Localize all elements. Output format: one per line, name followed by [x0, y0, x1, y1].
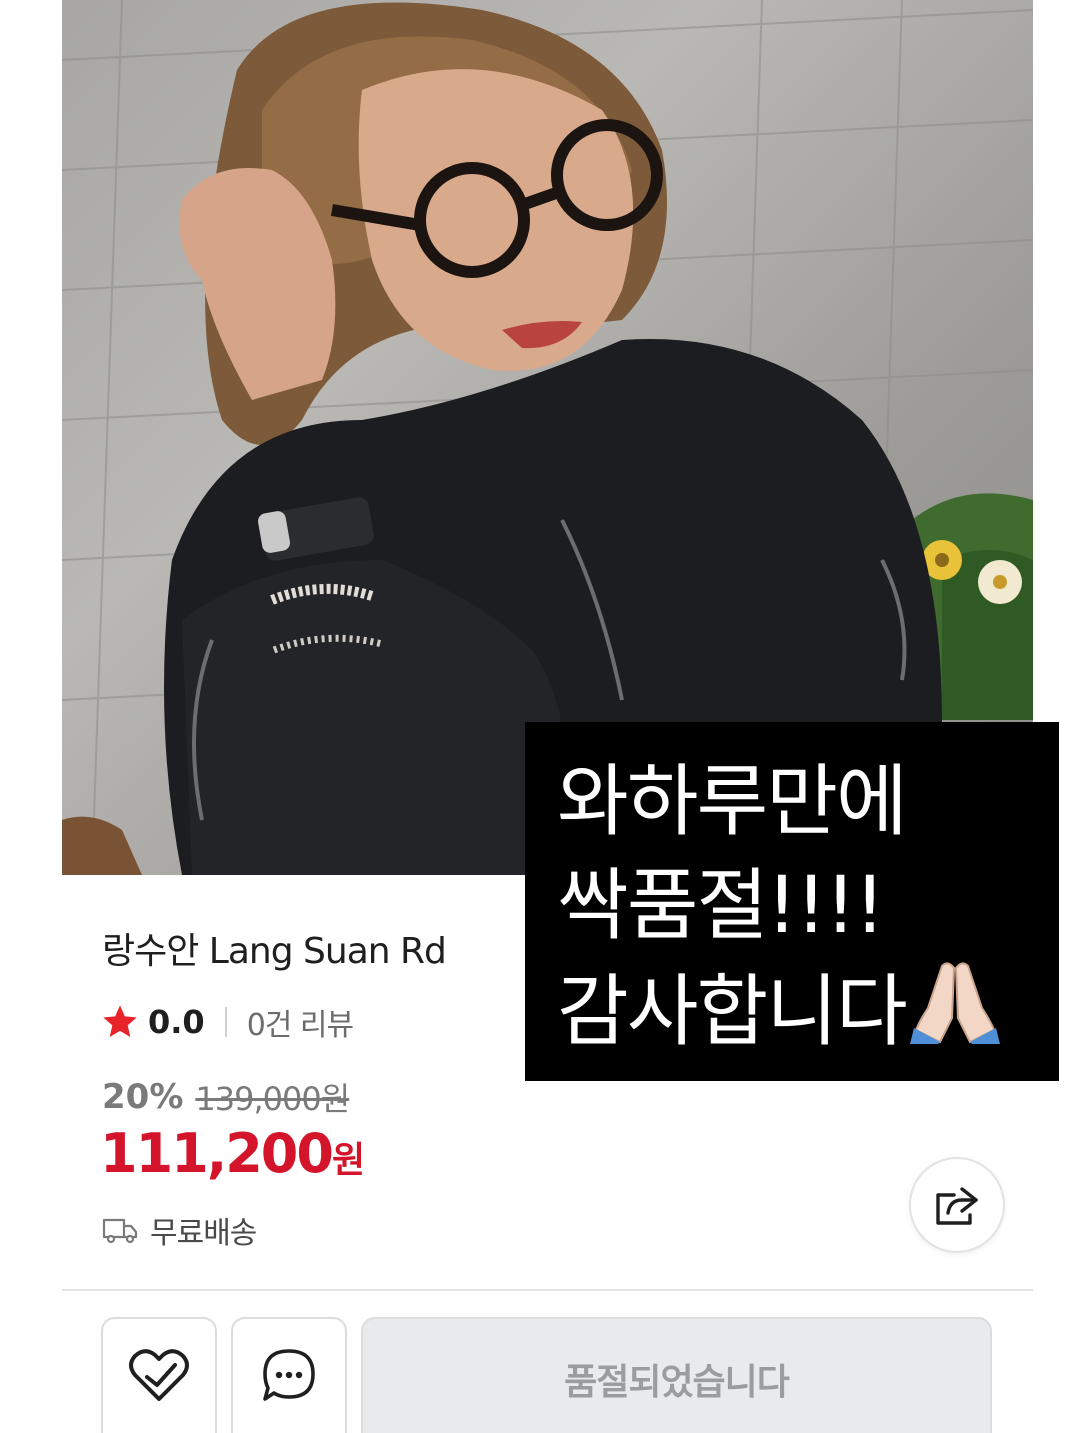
- sale-price-unit: 원: [331, 1140, 366, 1181]
- shipping-info: 무료배송: [102, 1208, 257, 1252]
- overlay-line-3: 감사합니다: [557, 958, 1039, 1070]
- review-count[interactable]: 0건 리뷰: [247, 1000, 354, 1044]
- share-icon: [936, 1187, 978, 1225]
- rating-row[interactable]: 0.0 0건 리뷰: [100, 1000, 354, 1044]
- shipping-label: 무료배송: [150, 1216, 257, 1251]
- heart-check-icon: [129, 1349, 189, 1401]
- product-title: 랑수안 Lang Suan Rd: [102, 931, 447, 972]
- sold-out-button[interactable]: 품절되었습니다: [361, 1317, 992, 1433]
- sold-out-label: 품절되었습니다: [564, 1362, 790, 1403]
- discount-row: 20% 139,000원: [102, 1074, 350, 1120]
- sale-price-value: 111,200: [100, 1122, 334, 1185]
- chat-bubble-icon: [263, 1349, 315, 1401]
- sold-out-overlay-caption: 와하루만에 싹품절!!!! 감사합니다: [525, 722, 1059, 1081]
- original-price: 139,000원: [195, 1080, 350, 1118]
- like-button[interactable]: [101, 1317, 217, 1433]
- section-divider: [62, 1289, 1033, 1291]
- overlay-line-2: 싹품절!!!!: [557, 861, 885, 951]
- sale-price: 111,200원: [100, 1122, 365, 1185]
- rating-divider: [224, 1007, 227, 1037]
- star-icon: [103, 1005, 137, 1037]
- rating-score: 0.0: [148, 1003, 205, 1041]
- folded-hands-emoji-icon: [909, 958, 1000, 1070]
- overlay-line-3-text: 감사합니다: [557, 967, 908, 1057]
- product-detail-screen: 와하루만에 싹품절!!!! 감사합니다 랑수안 Lang Suan Rd 0.0…: [0, 0, 1080, 1433]
- discount-rate: 20%: [102, 1077, 184, 1117]
- truck-icon: [102, 1218, 138, 1244]
- share-button[interactable]: [909, 1157, 1005, 1253]
- overlay-line-1: 와하루만에: [557, 757, 908, 847]
- chat-button[interactable]: [231, 1317, 347, 1433]
